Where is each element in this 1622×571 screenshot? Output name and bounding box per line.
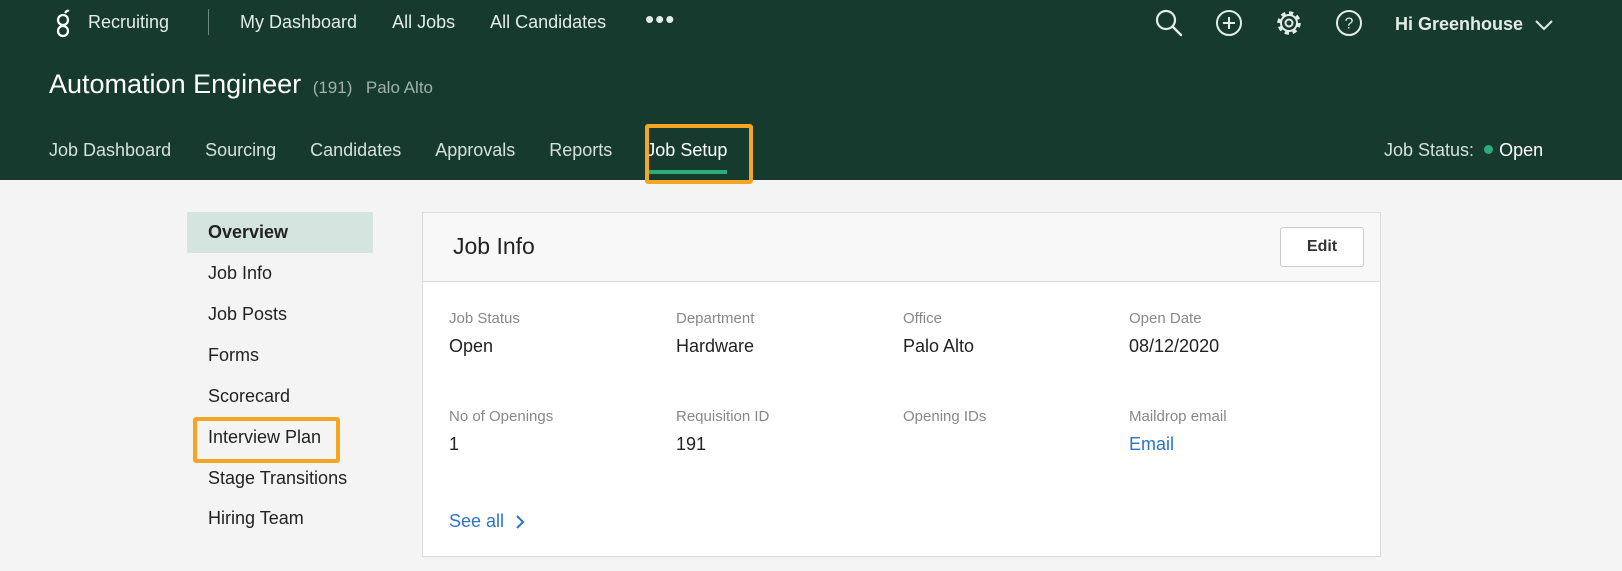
user-greeting: Hi Greenhouse bbox=[1395, 14, 1524, 34]
top-bar: Recruiting My Dashboard All Jobs All Can… bbox=[0, 0, 1622, 46]
field-label: Maildrop email bbox=[1129, 408, 1227, 425]
job-info-card: Job Info Edit Job Status Open Department… bbox=[422, 212, 1381, 557]
see-all-link[interactable]: See all bbox=[449, 511, 525, 532]
sidebar-item-overview[interactable]: Overview bbox=[187, 212, 373, 253]
job-status: Job Status: Open bbox=[1384, 140, 1543, 161]
field-label: Requisition ID bbox=[676, 408, 770, 425]
tab-candidates[interactable]: Candidates bbox=[310, 140, 401, 161]
field-department: Department Hardware bbox=[676, 310, 903, 358]
svg-text:?: ? bbox=[1345, 16, 1354, 33]
gear-icon[interactable] bbox=[1274, 8, 1304, 38]
search-icon[interactable] bbox=[1154, 8, 1184, 38]
field-label: No of Openings bbox=[449, 408, 554, 425]
see-all-label: See all bbox=[449, 511, 505, 531]
job-header: Automation Engineer (191) Palo Alto bbox=[49, 69, 433, 100]
field-value: 1 bbox=[449, 434, 460, 454]
maildrop-email-link[interactable]: Email bbox=[1129, 434, 1355, 456]
field-value: 08/12/2020 bbox=[1129, 336, 1220, 356]
job-info-fields: Job Status Open Department Hardware Offi… bbox=[449, 310, 1355, 456]
field-open-date: Open Date 08/12/2020 bbox=[1129, 310, 1355, 358]
nav-my-dashboard[interactable]: My Dashboard bbox=[240, 12, 357, 33]
field-label: Opening IDs bbox=[903, 408, 987, 425]
highlight-interview-plan bbox=[193, 417, 340, 463]
user-menu[interactable]: Hi Greenhouse bbox=[1395, 14, 1554, 35]
field-label: Open Date bbox=[1129, 310, 1202, 327]
field-opening-ids: Opening IDs bbox=[903, 408, 1129, 456]
app-header: Recruiting My Dashboard All Jobs All Can… bbox=[0, 0, 1622, 184]
help-icon[interactable]: ? bbox=[1334, 8, 1364, 38]
app-name[interactable]: Recruiting bbox=[88, 12, 169, 33]
nav-all-candidates[interactable]: All Candidates bbox=[490, 12, 606, 33]
job-subnav: Job Dashboard Sourcing Candidates Approv… bbox=[49, 140, 728, 174]
job-status-value: Open bbox=[1499, 140, 1544, 160]
field-value: Open bbox=[449, 336, 494, 356]
tab-reports[interactable]: Reports bbox=[549, 140, 612, 161]
tab-sourcing[interactable]: Sourcing bbox=[205, 140, 276, 161]
edit-button[interactable]: Edit bbox=[1280, 227, 1364, 267]
job-id: (191) bbox=[312, 78, 353, 97]
greenhouse-logo-icon[interactable] bbox=[52, 8, 74, 38]
card-title: Job Info bbox=[453, 233, 535, 259]
sidebar-item-hiring-team[interactable]: Hiring Team bbox=[187, 498, 373, 539]
field-value: Hardware bbox=[676, 336, 755, 356]
chevron-right-icon bbox=[516, 515, 525, 529]
card-header: Job Info Edit bbox=[423, 213, 1380, 282]
field-value: 191 bbox=[676, 434, 707, 454]
field-label: Department bbox=[676, 310, 755, 327]
field-no-of-openings: No of Openings 1 bbox=[449, 408, 676, 456]
chevron-down-icon bbox=[1535, 20, 1553, 31]
sidebar-item-scorecard[interactable]: Scorecard bbox=[187, 376, 373, 417]
sidebar-item-forms[interactable]: Forms bbox=[187, 335, 373, 376]
field-job-status: Job Status Open bbox=[449, 310, 676, 358]
top-nav: My Dashboard All Jobs All Candidates bbox=[240, 12, 606, 33]
nav-all-jobs[interactable]: All Jobs bbox=[392, 12, 455, 33]
field-label: Job Status bbox=[449, 310, 520, 327]
job-status-label: Job Status: bbox=[1384, 140, 1475, 160]
sidebar-item-job-posts[interactable]: Job Posts bbox=[187, 294, 373, 335]
plus-circle-icon[interactable] bbox=[1214, 8, 1244, 38]
field-office: Office Palo Alto bbox=[903, 310, 1129, 358]
sidebar-item-stage-transitions[interactable]: Stage Transitions bbox=[187, 458, 373, 498]
header-icons: ? bbox=[1154, 8, 1364, 38]
field-label: Office bbox=[903, 310, 942, 327]
job-title: Automation Engineer bbox=[49, 69, 302, 99]
highlight-job-setup bbox=[645, 124, 753, 184]
field-value bbox=[903, 434, 1129, 456]
field-value: Palo Alto bbox=[903, 336, 975, 356]
field-requisition-id: Requisition ID 191 bbox=[676, 408, 903, 456]
tab-approvals[interactable]: Approvals bbox=[435, 140, 515, 161]
job-location: Palo Alto bbox=[365, 78, 433, 97]
nav-divider bbox=[208, 9, 209, 35]
tab-job-dashboard[interactable]: Job Dashboard bbox=[49, 140, 171, 161]
sidebar-item-job-info[interactable]: Job Info bbox=[187, 253, 373, 294]
field-maildrop-email: Maildrop email Email bbox=[1129, 408, 1355, 456]
status-dot-icon bbox=[1484, 145, 1494, 154]
setup-sidebar: Overview Job Info Job Posts Forms Scorec… bbox=[187, 212, 373, 539]
more-menu-icon[interactable]: ••• bbox=[645, 4, 675, 35]
